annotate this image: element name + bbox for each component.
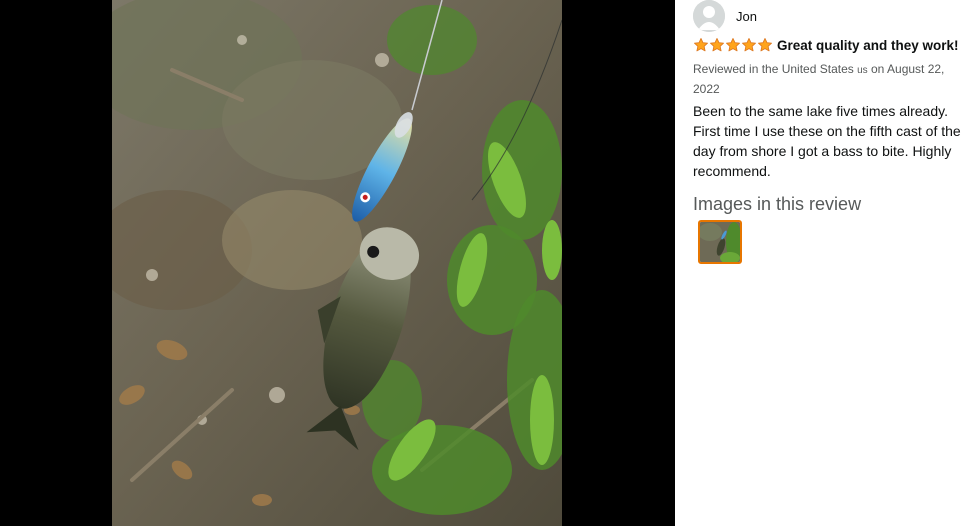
review-meta: Reviewed in the United States us on Augu… <box>693 60 955 99</box>
reviewer-profile[interactable]: Jon <box>693 0 757 32</box>
review-meta-prefix: Reviewed in the United States <box>693 62 858 76</box>
default-avatar-icon <box>693 0 725 32</box>
review-title-row: Great quality and they work! <box>693 37 965 53</box>
star-icon <box>742 38 756 52</box>
review-panel: Jon Great quality and they work! Reviewe… <box>675 0 965 526</box>
star-icon <box>758 38 772 52</box>
review-title: Great quality and they work! <box>777 37 959 53</box>
star-icon <box>710 38 724 52</box>
image-viewer <box>0 0 675 526</box>
images-section-heading: Images in this review <box>693 194 862 214</box>
review-photo-bass-on-lure[interactable] <box>112 0 562 526</box>
review-body: Been to the same lake five times already… <box>693 103 961 179</box>
star-icon <box>694 38 708 52</box>
star-icon <box>726 38 740 52</box>
star-rating <box>693 37 773 53</box>
review-image-thumbnail[interactable] <box>698 220 742 264</box>
reviewer-name[interactable]: Jon <box>736 9 757 24</box>
review-country-code: us <box>857 65 868 76</box>
